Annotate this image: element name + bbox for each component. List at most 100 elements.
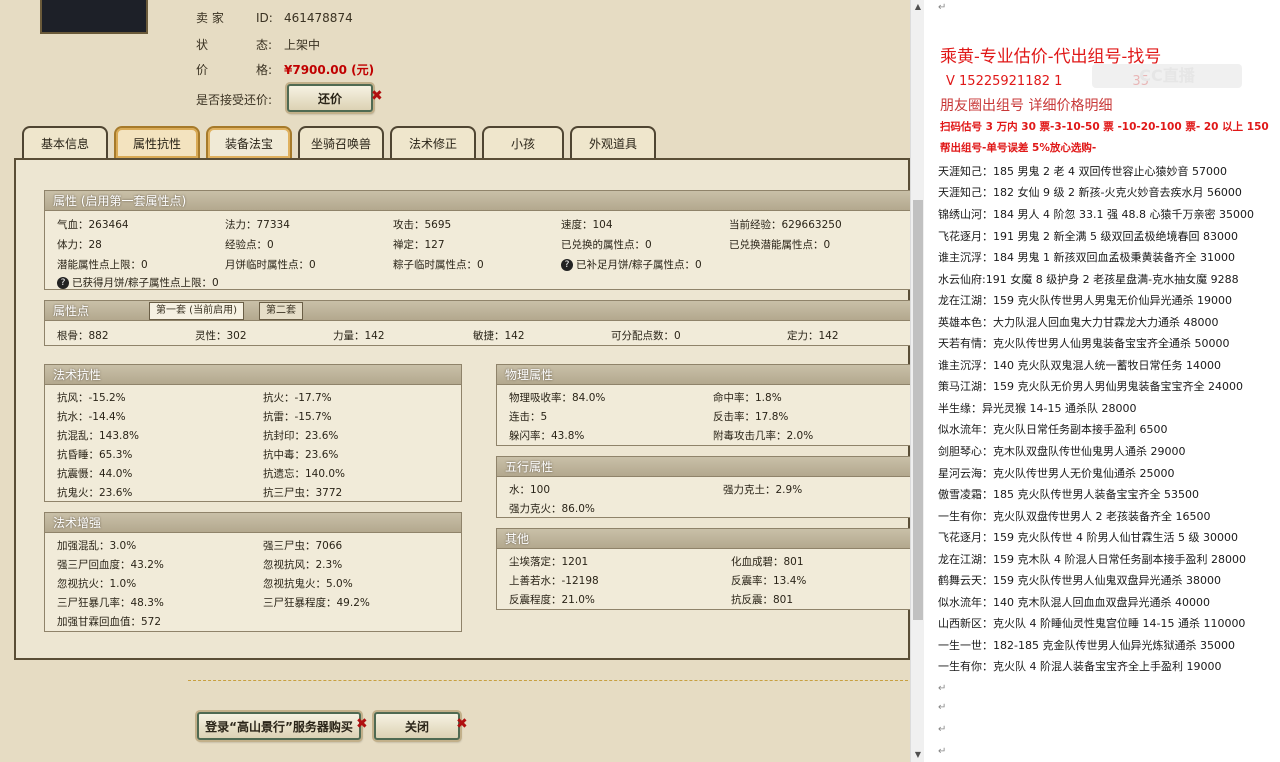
points-cell: 定力：142 bbox=[787, 330, 839, 342]
resist-cell: 抗封印：23.6% bbox=[263, 430, 339, 442]
tab-child[interactable]: 小孩 bbox=[482, 126, 564, 158]
scroll-down-icon[interactable]: ▼ bbox=[911, 748, 925, 762]
doc-listing-line: 星河云海：克火队传世男人无价鬼仙通杀 25000 bbox=[938, 467, 1175, 480]
points-cell: 力量：142 bbox=[333, 330, 385, 342]
detail-panel: 属性 (启用第一套属性点) 气血：263464 法力：77334 攻击：5695… bbox=[14, 158, 912, 660]
doc-listing-line: 似水流年：140 克木队混人回血血双盘异光通杀 40000 bbox=[938, 596, 1210, 609]
other-section: 其他 尘埃落定：1201 化血成碧：801 上善若水：-12198 反震率：13… bbox=[496, 528, 912, 610]
boost-section: 法术增强 加强混乱：3.0% 强三尸虫：7066 强三尸回血度：43.2% 忽视… bbox=[44, 512, 462, 632]
attributes-section: 属性 (启用第一套属性点) 气血：263464 法力：77334 攻击：5695… bbox=[44, 190, 912, 290]
five-elements-section: 五行属性 水：100 强力克土：2.9% 强力克火：86.0% bbox=[496, 456, 912, 518]
return-mark: ↵ bbox=[938, 724, 947, 735]
doc-listing-line: 英雄本色：大力队混人回血鬼大力甘霖龙大力通杀 48000 bbox=[938, 316, 1219, 329]
attr-cell: 体力：28 bbox=[57, 239, 102, 251]
character-portrait bbox=[40, 0, 148, 34]
doc-listing-line: 天若有情：克火队传世男人仙男鬼装备宝宝齐全通杀 50000 bbox=[938, 337, 1230, 350]
other-cell: 反震率：13.4% bbox=[731, 575, 807, 587]
physical-section: 物理属性 物理吸收率：84.0% 命中率：1.8% 连击：5 反击率：17.8%… bbox=[496, 364, 912, 446]
other-cell: 上善若水：-12198 bbox=[509, 575, 599, 587]
resist-cell: 抗火：-17.7% bbox=[263, 392, 332, 404]
physical-cell: 躲闪率：43.8% bbox=[509, 430, 585, 442]
scrollbar[interactable]: ▲ ▼ bbox=[910, 0, 924, 762]
doc-listing-line: 飞花逐月：191 男鬼 2 新全满 5 级双回孟极绝境春回 83000 bbox=[938, 230, 1238, 243]
divider bbox=[188, 680, 908, 681]
price-key2: 格: bbox=[256, 63, 273, 77]
doc-listing-line: 一生有你：克火队 4 阶混人装备宝宝齐全上手盈利 19000 bbox=[938, 660, 1222, 673]
boost-cell: 三尸狂暴程度：49.2% bbox=[263, 597, 370, 609]
physical-cell: 反击率：17.8% bbox=[713, 411, 789, 423]
resist-section: 法术抗性 抗风：-15.2% 抗火：-17.7% 抗水：-14.4% 抗雷：-1… bbox=[44, 364, 462, 502]
attr-cell-with-help: ? 已补足月饼/粽子属性点：0 bbox=[561, 257, 702, 272]
attr-cell: 气血：263464 bbox=[57, 219, 129, 231]
close-button[interactable]: 关闭 bbox=[374, 712, 460, 740]
scroll-up-icon[interactable]: ▲ bbox=[911, 0, 925, 14]
five-cell: 强力克土：2.9% bbox=[723, 484, 803, 496]
physical-cell: 物理吸收率：84.0% bbox=[509, 392, 606, 404]
doc-listing-line: 策马江湖：159 克火队无价男人男仙男鬼装备宝宝齐全 24000 bbox=[938, 380, 1243, 393]
boost-title: 法术增强 bbox=[45, 513, 461, 533]
boost-cell: 强三尸回血度：43.2% bbox=[57, 559, 164, 571]
doc-listing-line: 锦绣山河：184 男人 4 阶忽 33.1 强 48.8 心猿千万亲密 3500… bbox=[938, 208, 1254, 221]
tab-spell-mod[interactable]: 法术修正 bbox=[390, 126, 476, 158]
seller-id-row: 卖 家 ID: 461478874 bbox=[196, 9, 353, 26]
points-tab-second[interactable]: 第二套 bbox=[259, 302, 303, 320]
doc-header-pricing: 扫码估号 3 万内 30 票-3-10-50 票 -10-20-100 票- 2… bbox=[940, 121, 1269, 133]
points-cell: 灵性：302 bbox=[195, 330, 247, 342]
login-buy-button[interactable]: 登录“高山景行”服务器购买 bbox=[197, 712, 361, 740]
counter-offer-button[interactable]: 还价 bbox=[287, 84, 373, 112]
attr-cell: 潜能属性点上限：0 bbox=[57, 259, 148, 271]
document-pane: ↵ 乘黄-专业估价-代出组号-找号 V 15225921182 135 CC直播… bbox=[924, 0, 1280, 762]
watermark-logo: CC直播 bbox=[1092, 64, 1242, 88]
help-icon[interactable]: ? bbox=[561, 259, 573, 271]
status-key: 状 bbox=[196, 38, 209, 52]
tab-basic-info[interactable]: 基本信息 bbox=[22, 126, 108, 158]
attr-cell-text: 已获得月饼/粽子属性点上限：0 bbox=[72, 277, 219, 289]
resist-cell: 抗混乱：143.8% bbox=[57, 430, 140, 442]
boost-cell: 三尸狂暴几率：48.3% bbox=[57, 597, 164, 609]
points-cell: 敏捷：142 bbox=[473, 330, 525, 342]
tab-appearance[interactable]: 外观道具 bbox=[570, 126, 656, 158]
points-tab-first[interactable]: 第一套 (当前启用) bbox=[149, 302, 244, 320]
boost-cell: 加强甘霖回血值：572 bbox=[57, 616, 162, 628]
points-cell: 可分配点数：0 bbox=[611, 330, 681, 342]
doc-listing-line: 一生一世：182-185 克金队传世男人仙异光炼狱通杀 35000 bbox=[938, 639, 1235, 652]
tab-equipment[interactable]: 装备法宝 bbox=[206, 126, 292, 158]
resist-cell: 抗震慑：44.0% bbox=[57, 468, 133, 480]
doc-listing-line: 飞花逐月：159 克火队传世 4 阶男人仙甘霖生活 5 级 30000 bbox=[938, 531, 1238, 544]
physical-cell: 附毒攻击几率：2.0% bbox=[713, 430, 814, 442]
tab-attr-resist[interactable]: 属性抗性 bbox=[114, 126, 200, 158]
doc-listing-line: 龙在江湖：159 克火队传世男人男鬼无价仙异光通杀 19000 bbox=[938, 294, 1232, 307]
doc-listing-line: 天涯知己：185 男鬼 2 老 4 双回传世容止心猿妙音 57000 bbox=[938, 165, 1227, 178]
seller-id-value: 461478874 bbox=[284, 11, 353, 25]
points-cell: 根骨：882 bbox=[57, 330, 109, 342]
points-section: 属性点 第一套 (当前启用) 第二套 根骨：882 灵性：302 力量：142 … bbox=[44, 300, 912, 346]
doc-listing-line: 一生有你：克火队双盘传世男人 2 老孩装备齐全 16500 bbox=[938, 510, 1211, 523]
physical-cell: 命中率：1.8% bbox=[713, 392, 782, 404]
resist-cell: 抗三尸虫：3772 bbox=[263, 487, 343, 499]
boost-cell: 忽视抗鬼火：5.0% bbox=[263, 578, 353, 590]
boost-cell: 忽视抗火：1.0% bbox=[57, 578, 137, 590]
help-icon[interactable]: ? bbox=[57, 277, 69, 289]
doc-listing-line: 似水流年：克火队日常任务副本接手盈利 6500 bbox=[938, 423, 1168, 436]
doc-header-friends: 朋友圈出组号 详细价格明细 bbox=[940, 98, 1113, 114]
doc-listing-line: 水云仙府:191 女魔 8 级护身 2 老孩星盘满-克水抽女魔 9288 bbox=[938, 273, 1239, 286]
other-title: 其他 bbox=[497, 529, 911, 549]
return-mark: ↵ bbox=[938, 2, 947, 13]
boost-cell: 强三尸虫：7066 bbox=[263, 540, 343, 552]
physical-cell: 连击：5 bbox=[509, 411, 548, 423]
return-mark: ↵ bbox=[938, 683, 947, 694]
other-cell: 尘埃落定：1201 bbox=[509, 556, 589, 568]
resist-cell: 抗遗忘：140.0% bbox=[263, 468, 346, 480]
counter-offer-label: 是否接受还价: bbox=[196, 93, 273, 107]
tab-mount-pets[interactable]: 坐骑召唤兽 bbox=[298, 126, 384, 158]
other-cell: 反震程度：21.0% bbox=[509, 594, 595, 606]
resist-title: 法术抗性 bbox=[45, 365, 461, 385]
price-value: ¥7900.00 (元) bbox=[284, 63, 375, 77]
attr-cell: 经验点：0 bbox=[225, 239, 274, 251]
price-key: 价 bbox=[196, 63, 209, 77]
doc-header-guarantee: 帮出组号-单号误差 5%放心选购- bbox=[940, 142, 1097, 154]
resist-cell: 抗鬼火：23.6% bbox=[57, 487, 133, 499]
scroll-thumb[interactable] bbox=[913, 200, 923, 620]
price-row: 价 格: ¥7900.00 (元) bbox=[196, 61, 374, 78]
close-x-icon: ✖ bbox=[456, 716, 468, 732]
